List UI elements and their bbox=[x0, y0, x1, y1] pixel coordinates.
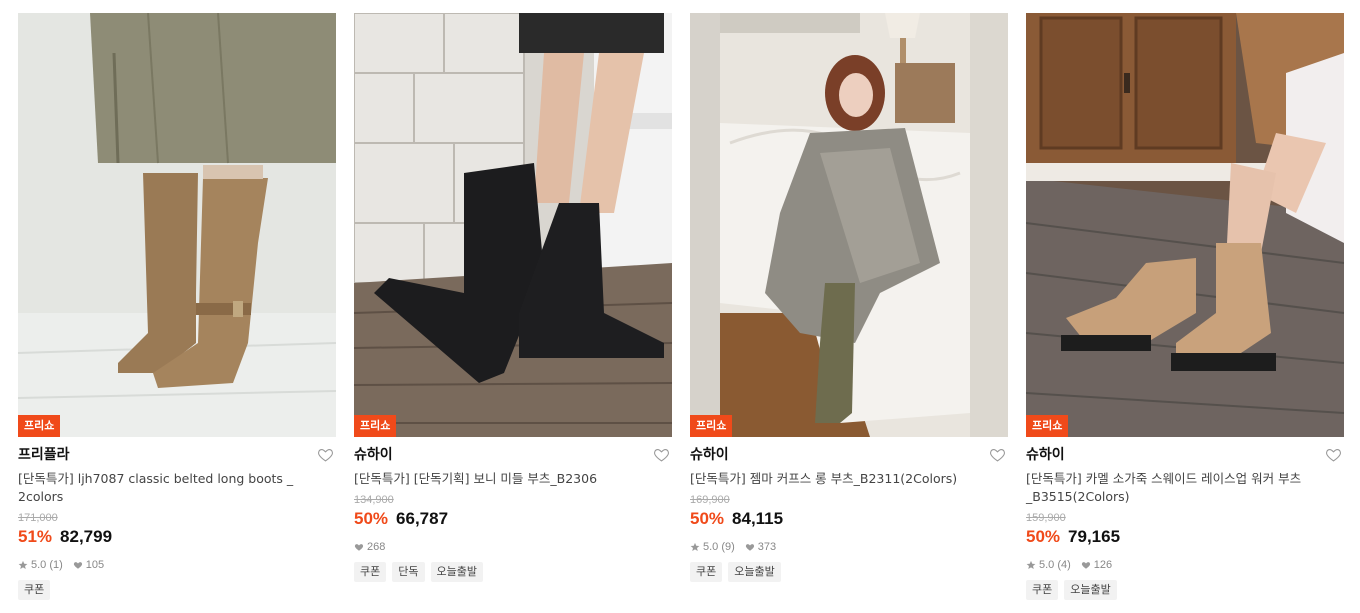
product-title[interactable]: [단독특가] [단독기획] 보니 미들 부츠_B2306 bbox=[354, 470, 672, 488]
brand-name[interactable]: 슈하이 bbox=[354, 442, 672, 468]
tag-today-shipping: 오늘출발 bbox=[430, 562, 483, 582]
star-icon bbox=[690, 542, 700, 552]
product-title[interactable]: [단독특가] ljh7087 classic belted long boots… bbox=[18, 470, 336, 506]
brand-name[interactable]: 프리플라 bbox=[18, 442, 336, 468]
discount-rate: 50% bbox=[1026, 527, 1061, 546]
original-price: 169,900 bbox=[690, 494, 730, 506]
discount-rate: 50% bbox=[690, 509, 725, 528]
likes: 105 bbox=[73, 559, 104, 571]
tag-coupon: 쿠폰 bbox=[354, 562, 387, 582]
product-photo bbox=[354, 13, 672, 437]
rating-text: 5.0 (9) bbox=[703, 541, 735, 553]
discount-rate: 51% bbox=[18, 527, 53, 546]
likes-count: 268 bbox=[367, 541, 386, 553]
discount-rate: 50% bbox=[354, 509, 389, 528]
tag-list: 쿠폰 오늘출발 bbox=[690, 562, 1008, 582]
tag-list: 쿠폰 단독 오늘출발 bbox=[354, 562, 672, 582]
preshow-badge: 프리쇼 bbox=[354, 415, 397, 437]
likes: 373 bbox=[745, 541, 776, 553]
tag-exclusive: 단독 bbox=[392, 562, 425, 582]
brand-name[interactable]: 슈하이 bbox=[690, 442, 1008, 468]
product-title[interactable]: [단독특가] 카멜 소가죽 스웨이드 레이스업 워커 부츠_B3515(2Col… bbox=[1026, 470, 1344, 506]
star-icon bbox=[18, 560, 28, 570]
preshow-badge: 프리쇼 bbox=[18, 415, 61, 437]
brand-name[interactable]: 슈하이 bbox=[1026, 442, 1344, 468]
star-icon bbox=[1026, 560, 1036, 570]
product-card[interactable]: 프리쇼 슈하이 [단독특가] 젬마 커프스 롱 부츠_B2311(2Colors… bbox=[690, 13, 1008, 613]
tag-list: 쿠폰 bbox=[18, 580, 336, 600]
product-card[interactable]: 프리쇼 슈하이 [단독특가] 카멜 소가죽 스웨이드 레이스업 워커 부츠_B3… bbox=[1026, 13, 1344, 613]
preshow-badge: 프리쇼 bbox=[690, 415, 733, 437]
likes: 268 bbox=[354, 541, 385, 553]
product-image[interactable]: 프리쇼 bbox=[690, 13, 1008, 437]
likes: 126 bbox=[1081, 559, 1112, 571]
heart-icon[interactable] bbox=[653, 446, 670, 463]
heart-filled-icon bbox=[1081, 562, 1090, 569]
likes-count: 373 bbox=[757, 541, 777, 553]
heart-icon[interactable] bbox=[989, 446, 1006, 463]
product-photo bbox=[1026, 13, 1344, 437]
original-price: 171,000 bbox=[18, 512, 58, 524]
product-photo bbox=[18, 13, 336, 437]
product-title[interactable]: [단독특가] 젬마 커프스 롱 부츠_B2311(2Colors) bbox=[690, 470, 1008, 488]
sale-price: 84,115 bbox=[732, 509, 784, 528]
tag-coupon: 쿠폰 bbox=[690, 562, 723, 582]
product-image[interactable]: 프리쇼 bbox=[18, 13, 336, 437]
product-card[interactable]: 프리쇼 슈하이 [단독특가] [단독기획] 보니 미들 부츠_B2306 134… bbox=[354, 13, 672, 613]
rating: 5.0 (9) bbox=[690, 541, 735, 553]
heart-filled-icon bbox=[354, 544, 364, 551]
rating: 5.0 (4) bbox=[1026, 559, 1071, 571]
likes-count: 126 bbox=[1093, 559, 1113, 571]
product-grid: 프리쇼 프리플라 [단독특가] ljh7087 classic belted l… bbox=[18, 13, 1344, 613]
tag-coupon: 쿠폰 bbox=[18, 580, 51, 600]
product-image[interactable]: 프리쇼 bbox=[1026, 13, 1344, 437]
heart-filled-icon bbox=[745, 544, 754, 551]
original-price: 134,900 bbox=[354, 494, 394, 506]
rating-text: 5.0 (1) bbox=[31, 559, 63, 571]
tag-list: 쿠폰 오늘출발 bbox=[1026, 580, 1344, 600]
tag-today-shipping: 오늘출발 bbox=[728, 562, 781, 582]
product-card[interactable]: 프리쇼 프리플라 [단독특가] ljh7087 classic belted l… bbox=[18, 13, 336, 613]
likes-count: 105 bbox=[85, 559, 105, 571]
preshow-badge: 프리쇼 bbox=[1026, 415, 1069, 437]
sale-price: 79,165 bbox=[1068, 527, 1121, 546]
rating: 5.0 (1) bbox=[18, 559, 63, 571]
product-photo bbox=[690, 13, 1008, 437]
original-price: 159,900 bbox=[1026, 512, 1066, 524]
tag-today-shipping: 오늘출발 bbox=[1064, 580, 1117, 600]
rating-text: 5.0 (4) bbox=[1039, 559, 1071, 571]
heart-icon[interactable] bbox=[1325, 446, 1342, 463]
tag-coupon: 쿠폰 bbox=[1026, 580, 1059, 600]
sale-price: 66,787 bbox=[396, 509, 449, 528]
product-image[interactable]: 프리쇼 bbox=[354, 13, 672, 437]
sale-price: 82,799 bbox=[60, 527, 113, 546]
heart-icon[interactable] bbox=[317, 446, 334, 463]
heart-filled-icon bbox=[73, 562, 82, 569]
